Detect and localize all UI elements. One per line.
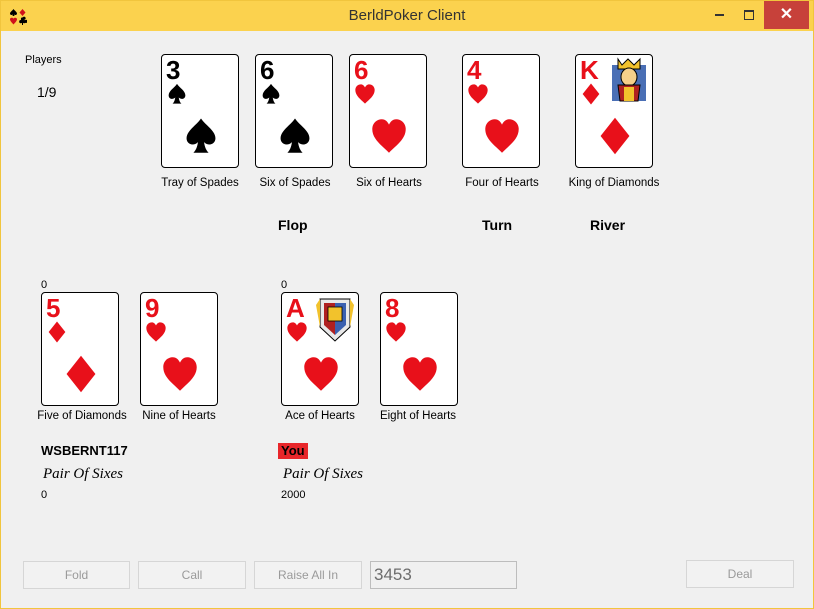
hearts-icon [468, 84, 488, 104]
card-face: 3 [166, 55, 216, 153]
minimize-button[interactable] [705, 1, 733, 29]
spades-icon [168, 83, 186, 104]
player-2-card-1-caption: Ace of Hearts [285, 410, 355, 422]
board-card-2: 6 [255, 54, 333, 168]
close-button[interactable]: ✕ [764, 1, 809, 29]
board-card-5: K [575, 54, 653, 168]
deal-button[interactable]: Deal [686, 560, 794, 588]
hearts-pip-icon [403, 357, 437, 391]
card-rank-label: A [286, 293, 305, 323]
card-rank-label: 8 [385, 293, 399, 323]
raise-all-in-button[interactable]: Raise All In [254, 561, 362, 589]
fold-button[interactable]: Fold [23, 561, 130, 589]
player-2-bet: 0 [281, 279, 288, 291]
player-2-card-1: A [281, 292, 359, 406]
close-icon: ✕ [779, 6, 794, 23]
king-portrait-icon [612, 57, 646, 102]
you-badge: You [278, 443, 308, 459]
board-card-3-caption: Six of Hearts [356, 177, 422, 189]
player-1-name: WSBERNT117 [41, 443, 128, 458]
players-label: Players [25, 54, 62, 66]
card-rank-label: 6 [260, 55, 274, 85]
board-card-1-caption: Tray of Spades [161, 177, 239, 189]
player-2-chips: 2000 [281, 489, 306, 501]
ace-crest-icon [316, 298, 354, 342]
client-area: Players 1/9 3 Tray of Spades 6 Six of Sp… [9, 31, 807, 602]
player-2-card-2-caption: Eight of Hearts [379, 410, 457, 422]
hearts-icon [146, 322, 166, 342]
spades-icon [262, 83, 280, 104]
board-card-5-caption: King of Diamonds [568, 177, 660, 189]
app-window: BerldPoker Client ✕ Players 1/9 3 Tray o… [0, 0, 814, 609]
window-title: BerldPoker Client [348, 7, 466, 24]
river-label: River [590, 217, 626, 233]
diamonds-pip-icon [66, 355, 96, 393]
hearts-pip-icon [372, 119, 406, 153]
maximize-button[interactable] [735, 1, 763, 29]
hearts-pip-icon [163, 357, 197, 391]
flop-label: Flop [278, 217, 308, 233]
card-rank-label: K [580, 55, 599, 85]
card-face: 6 [354, 55, 406, 153]
diamonds-icon [582, 83, 600, 105]
card-face: A [286, 293, 354, 391]
player-1-card-2: 9 [140, 292, 218, 406]
player-2-hand: Pair Of Sixes [283, 466, 363, 482]
player-2-card-2: 8 [380, 292, 458, 406]
card-rank-label: 3 [166, 55, 180, 85]
players-count: 1/9 [37, 84, 57, 100]
card-face: 5 [46, 293, 96, 393]
player-1-bet: 0 [41, 279, 48, 291]
player-1-hand: Pair Of Sixes [43, 466, 123, 482]
card-rank-label: 6 [354, 55, 368, 85]
card-rank-label: 5 [46, 293, 60, 323]
maximize-icon [744, 10, 754, 20]
player-1-card-1-caption: Five of Diamonds [37, 410, 127, 422]
spades-pip-icon [280, 118, 310, 153]
board-card-4: 4 [462, 54, 540, 168]
player-1-card-1: 5 [41, 292, 119, 406]
call-button[interactable]: Call [138, 561, 246, 589]
hearts-pip-icon [304, 357, 338, 391]
hearts-pip-icon [485, 119, 519, 153]
diamonds-icon [48, 321, 66, 343]
turn-label: Turn [482, 217, 513, 233]
board-card-1: 3 [161, 54, 239, 168]
board-card-4-caption: Four of Hearts [465, 177, 539, 189]
diamonds-pip-icon [600, 117, 630, 155]
card-face: 6 [260, 55, 310, 153]
hearts-icon [355, 84, 375, 104]
hearts-icon [287, 322, 307, 342]
spades-pip-icon [186, 118, 216, 153]
minimize-icon [715, 14, 724, 16]
player-1-chips: 0 [41, 489, 48, 501]
card-face: 4 [467, 55, 519, 153]
card-rank-label: 4 [467, 55, 482, 85]
board-card-3: 6 [349, 54, 427, 168]
card-face: 9 [145, 293, 197, 391]
card-face: K [580, 55, 646, 155]
card-face: 8 [385, 293, 437, 391]
bet-amount-input[interactable]: 3453 [370, 561, 517, 589]
title-bar[interactable]: BerldPoker Client ✕ [1, 1, 813, 31]
hearts-icon [386, 322, 406, 342]
card-rank-label: 9 [145, 293, 159, 323]
player-1-card-2-caption: Nine of Hearts [142, 410, 216, 422]
